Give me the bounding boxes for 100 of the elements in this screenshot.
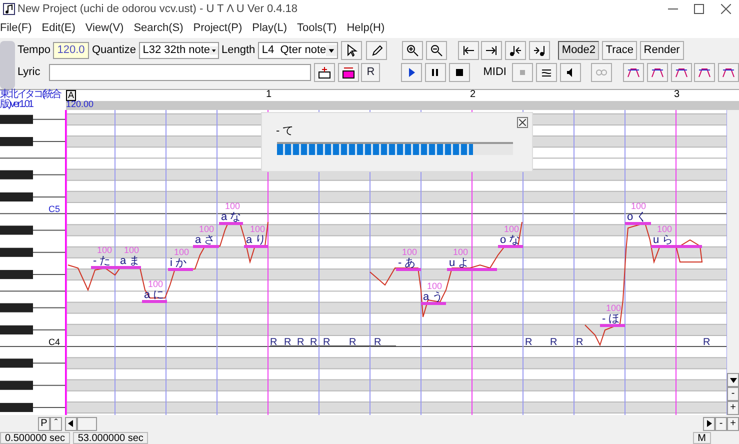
jump-start-button[interactable] [458, 40, 479, 60]
velocity-label: 100 [250, 224, 266, 234]
velocity-label: 100 [124, 245, 140, 255]
zoom-in-icon [406, 44, 420, 57]
lyric-label: Lyric [17, 64, 40, 80]
zoom-out-button[interactable]: - [715, 416, 727, 430]
rest-note[interactable]: R [525, 337, 532, 348]
split-lyric-icon [342, 66, 355, 78]
mode-button[interactable]: Render [640, 40, 684, 60]
velocity-label: 100 [427, 281, 442, 291]
up-button[interactable]: ˆ [50, 416, 62, 430]
zoom-in-button[interactable]: + [727, 401, 739, 415]
stop-button[interactable] [448, 62, 470, 82]
note-lyric[interactable]: a な [221, 211, 242, 223]
pencil-button[interactable] [366, 40, 388, 60]
note-lyric[interactable]: a ま [120, 255, 140, 267]
scroll-right-button[interactable] [703, 416, 715, 430]
rest-note[interactable]: R [349, 337, 356, 348]
mode-button[interactable]: Trace [602, 40, 638, 60]
midi-wave-button[interactable] [536, 62, 557, 82]
scrollbar-thumb[interactable] [76, 416, 97, 430]
insert-lyric-button[interactable] [314, 62, 335, 82]
jump-end-button[interactable] [481, 40, 502, 60]
pencil-icon [370, 44, 384, 57]
measure-number: 3 [674, 90, 680, 100]
velocity-label: 100 [148, 279, 164, 289]
rest-note[interactable]: R [703, 337, 710, 348]
music-note-icon [2, 3, 15, 15]
speaker-button[interactable] [560, 62, 580, 82]
measure-number: 2 [470, 90, 476, 100]
note-lyric[interactable]: a り [246, 234, 266, 246]
rest-button[interactable]: R [361, 62, 380, 82]
lyric-field[interactable] [49, 64, 312, 80]
quantize-label: Quantize [92, 43, 136, 58]
envelope-c-button[interactable] [670, 62, 692, 82]
menu-item[interactable]: Tools(T) [292, 20, 342, 36]
note-lyric[interactable]: a う [423, 291, 444, 303]
tempo-value: 120.00 [66, 100, 94, 109]
menu-item[interactable]: Search(S) [128, 20, 188, 36]
note-lyric[interactable]: - ほ [602, 313, 620, 325]
velocity-label: 100 [174, 247, 190, 257]
tempo-field[interactable]: 120.0 [53, 42, 90, 59]
menu-item[interactable]: Project(P) [188, 20, 248, 36]
pause-button[interactable] [424, 62, 446, 82]
rest-note[interactable]: R [550, 337, 558, 348]
rest-note[interactable]: R [310, 337, 318, 348]
note-lyric[interactable]: i か [170, 257, 186, 269]
rest-note[interactable]: R [297, 337, 304, 348]
menu-item[interactable]: File(F) [0, 20, 37, 36]
envelope-c-icon [674, 66, 688, 78]
envelope-e-button[interactable] [718, 62, 739, 82]
note-lyric[interactable]: u よ [449, 257, 470, 269]
split-lyric-button[interactable] [338, 62, 359, 82]
note-lyric[interactable]: a さ [195, 234, 216, 246]
zoom-out-button[interactable] [426, 40, 447, 60]
zoom-in-button[interactable]: + [727, 416, 739, 430]
note-left-button[interactable] [505, 40, 526, 60]
menu-item[interactable]: Help(H) [342, 20, 390, 36]
menu-item[interactable]: Play(L) [247, 20, 292, 36]
caret-icon [326, 44, 337, 57]
menu-item[interactable]: View(V) [80, 20, 129, 36]
length-dropdown[interactable]: L4 Qter note [258, 42, 338, 59]
envelope-d-button[interactable] [694, 62, 716, 82]
velocity-label: 100 [657, 224, 672, 234]
caret-icon [210, 44, 218, 57]
play-button[interactable] [401, 62, 422, 82]
scroll-left-button[interactable] [64, 416, 77, 430]
zoom-out-button[interactable]: - [727, 387, 739, 401]
tempo-label: Tempo [17, 43, 50, 58]
rest-note[interactable]: R [576, 337, 584, 348]
p-button[interactable]: P [38, 416, 50, 430]
down-arrow-icon [730, 378, 736, 382]
envelope-b-button[interactable] [646, 62, 668, 82]
note-lyric[interactable]: o く [627, 211, 648, 223]
note-lyric[interactable]: - た [93, 255, 111, 267]
close-icon [720, 4, 731, 14]
scroll-down-button[interactable] [727, 373, 739, 387]
close-button[interactable] [517, 117, 528, 128]
envelope-a-button[interactable] [623, 62, 644, 82]
piano-keyboard-drawing[interactable] [0, 110, 66, 415]
note-lyric[interactable]: - あ [398, 257, 416, 269]
rest-note[interactable]: R [374, 337, 382, 348]
menu-item[interactable]: Edit(E) [36, 20, 80, 36]
mode-button[interactable]: Mode2 [558, 40, 600, 60]
insert-lyric-icon [318, 66, 331, 78]
piano-roll-grid[interactable] [66, 110, 727, 415]
rest-note[interactable]: R [270, 337, 278, 348]
note-right-button[interactable] [528, 40, 550, 60]
zoom-in-button[interactable] [402, 40, 424, 60]
pointer-button[interactable] [340, 40, 362, 60]
velocity-label: 100 [453, 247, 468, 257]
note-lyric[interactable]: o な [500, 234, 520, 246]
rest-note[interactable]: R [284, 337, 292, 348]
envelope-a-icon [627, 66, 640, 78]
note-lyric[interactable]: u ら [653, 234, 674, 246]
quantize-dropdown[interactable]: L32 32th note [138, 42, 219, 59]
envelope-b-icon [650, 66, 664, 78]
measure-number: 1 [266, 90, 272, 100]
rest-note[interactable]: R [323, 337, 330, 348]
maximize-icon [694, 4, 704, 14]
